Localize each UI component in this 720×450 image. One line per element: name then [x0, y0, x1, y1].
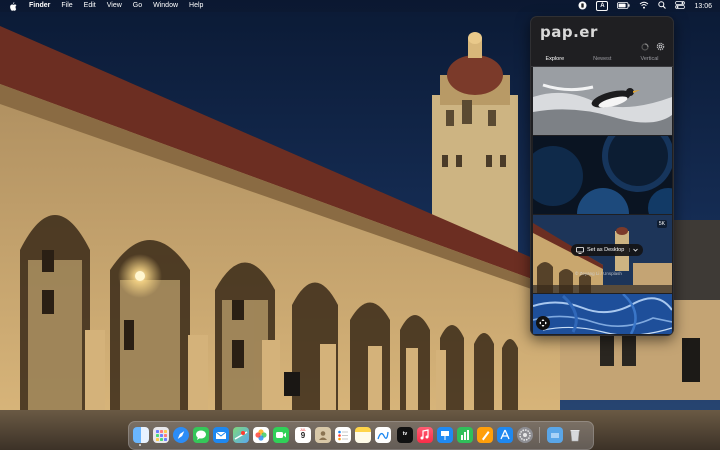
- paper-popover: pap.er Explore Newest Vertical 5K Set as…: [530, 16, 674, 336]
- wallpaper-thumbnail-abstract[interactable]: [533, 136, 672, 214]
- messages-icon[interactable]: [193, 427, 209, 443]
- popover-tabs: Explore Newest Vertical: [531, 54, 673, 67]
- input-source-letter: A: [600, 3, 605, 9]
- menu-go[interactable]: Go: [133, 0, 142, 12]
- control-center-icon[interactable]: [675, 1, 686, 11]
- maps-icon[interactable]: [233, 427, 249, 443]
- battery-icon[interactable]: [617, 1, 631, 11]
- menu-view[interactable]: View: [107, 0, 122, 12]
- finder-icon[interactable]: [133, 427, 149, 443]
- penguin-thumbnail: [533, 67, 672, 135]
- photo-credit: © Zeyang Li / Unsplash: [575, 271, 622, 276]
- folder-icon[interactable]: [547, 427, 563, 443]
- menu-edit[interactable]: Edit: [84, 0, 96, 12]
- tab-vertical[interactable]: Vertical: [636, 54, 662, 66]
- pages-icon[interactable]: [477, 427, 493, 443]
- safari-icon[interactable]: [173, 427, 189, 443]
- wallpaper-thumbnail-penguin[interactable]: [533, 67, 672, 135]
- marble-thumbnail: [533, 294, 672, 334]
- tv-label: tv: [402, 431, 408, 437]
- scroll-control-icon[interactable]: [536, 316, 550, 330]
- menu-window[interactable]: Window: [153, 0, 178, 12]
- set-as-desktop-button[interactable]: Set as Desktop: [571, 244, 644, 256]
- calendar-day: 9: [300, 431, 306, 440]
- wallpaper-thumbnail-stanford[interactable]: 5K Set as Desktop © Zeyang Li / Unsplash: [533, 215, 672, 293]
- paper-app-icon[interactable]: [578, 1, 587, 12]
- app-store-icon[interactable]: [497, 427, 513, 443]
- dock-separator: [539, 427, 540, 443]
- numbers-icon[interactable]: [457, 427, 473, 443]
- wallpaper-thumbnail-marble[interactable]: [533, 294, 672, 334]
- menu-app-name[interactable]: Finder: [29, 0, 50, 12]
- photos-icon[interactable]: [253, 427, 269, 443]
- contacts-icon[interactable]: [315, 427, 331, 443]
- reminders-icon[interactable]: [335, 427, 351, 443]
- status-area: A 13:06: [578, 0, 712, 12]
- paper-logo: pap.er: [540, 23, 598, 41]
- menu-bar: Finder File Edit View Go Window Help A 1…: [0, 0, 720, 12]
- trash-icon[interactable]: [567, 427, 583, 443]
- system-settings-icon[interactable]: [517, 427, 533, 443]
- input-source-icon[interactable]: A: [596, 1, 609, 11]
- running-indicator: [139, 444, 141, 446]
- facetime-icon[interactable]: [273, 427, 289, 443]
- monitor-icon: [576, 246, 584, 254]
- menu-help[interactable]: Help: [189, 0, 203, 12]
- menu-clock[interactable]: 13:06: [694, 3, 712, 10]
- calendar-icon[interactable]: JUL 9: [295, 427, 311, 443]
- launchpad-icon[interactable]: [153, 427, 169, 443]
- keynote-icon[interactable]: [437, 427, 453, 443]
- music-icon[interactable]: [417, 427, 433, 443]
- wifi-icon[interactable]: [639, 1, 649, 11]
- search-icon[interactable]: [658, 1, 667, 11]
- notes-icon[interactable]: [355, 427, 371, 443]
- freeform-icon[interactable]: [375, 427, 391, 443]
- dock: JUL 9 tv: [128, 421, 594, 450]
- tab-explore[interactable]: Explore: [535, 54, 574, 67]
- apple-logo-icon[interactable]: [9, 1, 17, 11]
- mail-icon[interactable]: [213, 427, 229, 443]
- chevron-down-icon[interactable]: [629, 248, 639, 252]
- tab-newest[interactable]: Newest: [589, 54, 615, 66]
- menu-file[interactable]: File: [61, 0, 72, 12]
- set-as-desktop-label: Set as Desktop: [587, 247, 625, 253]
- abstract-thumbnail: [533, 136, 672, 214]
- resolution-badge: 5K: [656, 220, 667, 228]
- tv-icon[interactable]: tv: [397, 427, 413, 443]
